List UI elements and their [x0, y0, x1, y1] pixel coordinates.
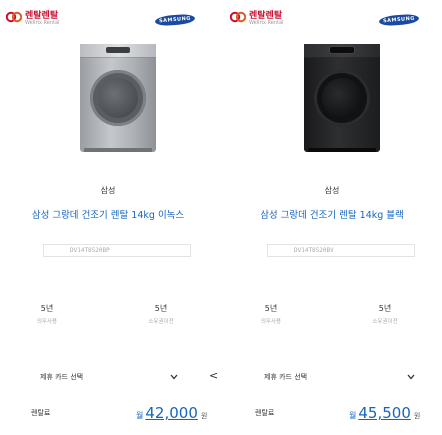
- rental-logo-icon: [6, 11, 22, 23]
- option-duty-period: 5년 의무사용: [260, 304, 282, 325]
- rental-logo-sub: Wellrix Rental: [249, 20, 284, 26]
- rental-logo-icon: [230, 11, 246, 23]
- product-brand: 삼성: [324, 186, 340, 195]
- dryer-image: [304, 44, 380, 152]
- price-value: 월 42,000 원: [136, 404, 208, 422]
- product-card[interactable]: 렌탈렌탈 Wellrix Rental SAMSUNG 삼성 삼성 그랑데 건조…: [3, 0, 218, 435]
- card-select-dropdown[interactable]: 제휴 카드 선택: [17, 370, 213, 386]
- product-title-link[interactable]: 삼성 그랑데 건조기 렌탈 14kg 이녹스: [3, 207, 213, 221]
- samsung-logo: SAMSUNG: [154, 13, 196, 27]
- price-value: 월 45,500 원: [349, 404, 421, 422]
- product-image[interactable]: [304, 44, 380, 154]
- card-header: 렌탈렌탈 Wellrix Rental SAMSUNG: [3, 8, 213, 34]
- chevron-down-icon: [407, 370, 415, 389]
- model-number: DV14T8520BP: [43, 244, 191, 257]
- card-select-dropdown[interactable]: 제휴 카드 선택: [241, 370, 437, 386]
- price-row: 렌탈료 월 45,500 원: [255, 404, 421, 422]
- card-header: 렌탈렌탈 Wellrix Rental SAMSUNG: [227, 8, 437, 34]
- samsung-logo: SAMSUNG: [378, 13, 420, 27]
- model-number: DV14T8520BV: [267, 244, 415, 257]
- option-ownership-transfer: 5년 소유권이전: [372, 304, 398, 325]
- price-row: 렌탈료 월 42,000 원: [31, 404, 208, 422]
- product-brand: 삼성: [100, 186, 116, 195]
- product-card[interactable]: 렌탈렌탈 Wellrix Rental SAMSUNG 삼성 삼성 그랑데 건조…: [227, 0, 437, 435]
- carousel-prev-button[interactable]: <: [209, 369, 218, 382]
- option-ownership-transfer: 5년 소유권이전: [148, 304, 174, 325]
- rental-logo-sub: Wellrix Rental: [25, 20, 60, 26]
- product-image[interactable]: [80, 44, 156, 154]
- chevron-down-icon: [170, 370, 178, 389]
- dryer-image: [80, 44, 156, 152]
- option-duty-period: 5년 의무사용: [36, 304, 58, 325]
- product-title-link[interactable]: 삼성 그랑데 건조기 렌탈 14kg 블랙: [227, 207, 437, 221]
